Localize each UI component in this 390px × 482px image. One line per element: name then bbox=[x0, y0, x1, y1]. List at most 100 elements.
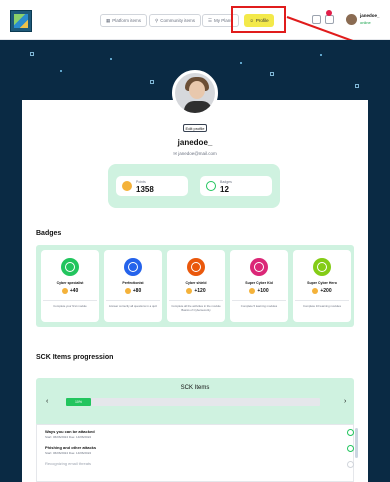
search-icon: ⚲ bbox=[155, 17, 159, 23]
item-title: Ways you can be attacked bbox=[45, 429, 95, 434]
coin-icon bbox=[122, 181, 132, 191]
item-dates: Start: 06/06/2024 Due: 14/06/2024 bbox=[45, 451, 92, 455]
points-value: +40 bbox=[69, 288, 79, 294]
nav-community-items[interactable]: ⚲ Community items bbox=[149, 14, 202, 27]
badge-card[interactable]: Super Cyber Kid +100 Complete 5 learning… bbox=[230, 250, 288, 322]
decor-dot bbox=[240, 62, 242, 64]
sck-item-list: Ways you can be attacked Start: 06/06/20… bbox=[36, 424, 354, 482]
shield-icon bbox=[187, 258, 205, 276]
decor-dot bbox=[320, 54, 322, 56]
list-item[interactable]: Recognizing email threats bbox=[45, 461, 354, 468]
points-card: Points 1358 bbox=[116, 176, 188, 196]
coin-icon bbox=[312, 288, 319, 294]
badges-card: Badges 12 bbox=[200, 176, 272, 196]
badge-points: +120 bbox=[167, 288, 225, 294]
kid-face-icon bbox=[250, 258, 268, 276]
divider bbox=[295, 300, 349, 301]
points-value: +80 bbox=[132, 288, 142, 294]
nav-label: Community items bbox=[160, 18, 196, 23]
bell-icon[interactable] bbox=[325, 15, 334, 24]
badge-card[interactable]: Cyber shield +120 Complete all the activ… bbox=[167, 250, 225, 322]
item-title: Phishing and other attacks bbox=[45, 445, 97, 450]
badge-description: Answer correctly all questions in a quiz bbox=[108, 304, 158, 308]
item-dates: Start: 06/06/2024 Due: 14/06/2024 bbox=[45, 435, 92, 439]
decor-dot bbox=[110, 58, 112, 60]
list-icon: ☰ bbox=[208, 17, 213, 23]
coin-icon bbox=[61, 288, 68, 294]
points-value: +100 bbox=[257, 288, 269, 294]
list-item[interactable]: Ways you can be attacked Start: 06/06/20… bbox=[45, 429, 354, 439]
badge-points: +80 bbox=[104, 288, 162, 294]
badge-description: Complete 10 learning modules bbox=[303, 304, 341, 308]
decor-square bbox=[355, 84, 359, 88]
badge-description: Complete all the activities in the modul… bbox=[171, 304, 221, 312]
star-icon bbox=[124, 258, 142, 276]
badge-name: Cyber shield bbox=[185, 281, 207, 285]
stat-label: Points bbox=[136, 180, 146, 184]
badge-name: Perfectionist bbox=[122, 281, 144, 285]
badge-name: Super Cyber Kid bbox=[245, 281, 273, 285]
divider bbox=[43, 300, 97, 301]
stat-label: Badges bbox=[220, 180, 232, 184]
badge-icon bbox=[206, 181, 216, 191]
profile-email: ✉ janedoe@mail.com bbox=[0, 151, 390, 157]
badge-card[interactable]: Super Cyber Hero +200 Complete 10 learni… bbox=[293, 250, 351, 322]
user-status: online bbox=[360, 20, 371, 25]
badge-points: +200 bbox=[293, 288, 351, 294]
decor-square bbox=[270, 72, 274, 76]
badge-name: Cyber specialist bbox=[56, 281, 84, 285]
nav-label: My Plans bbox=[214, 18, 233, 23]
badge-description: Complete your first module bbox=[53, 304, 87, 308]
sck-section-title: SCK Items progression bbox=[36, 354, 114, 361]
top-bar: ▦ Platform items ⚲ Community items ☰ My Pla… bbox=[0, 0, 390, 56]
decor-square bbox=[30, 52, 34, 56]
divider bbox=[106, 300, 160, 301]
stat-value: 12 bbox=[220, 185, 229, 194]
nav-platform-items[interactable]: ▦ Platform items bbox=[100, 14, 148, 27]
points-value: +200 bbox=[320, 288, 332, 294]
email-text: janedoe@mail.com bbox=[178, 151, 217, 156]
right-background bbox=[368, 100, 390, 482]
notification-badge bbox=[326, 10, 332, 16]
decor-dot bbox=[60, 70, 62, 72]
settings-icon[interactable] bbox=[312, 15, 321, 24]
progress-label: 10% bbox=[74, 400, 82, 404]
badge-description: Complete 5 learning modules bbox=[240, 304, 278, 308]
coin-icon bbox=[186, 288, 193, 294]
points-value: +120 bbox=[194, 288, 206, 294]
nav-label: Platform items bbox=[112, 18, 142, 23]
app-logo[interactable] bbox=[10, 10, 32, 32]
left-background bbox=[0, 100, 22, 482]
grid-icon: ▦ bbox=[106, 17, 111, 23]
stat-value: 1358 bbox=[136, 185, 154, 194]
badge-points: +40 bbox=[41, 288, 99, 294]
hero-face-icon bbox=[313, 258, 331, 276]
avatar[interactable] bbox=[346, 14, 357, 25]
progress-track bbox=[66, 398, 320, 406]
list-item[interactable]: Phishing and other attacks Start: 06/06/… bbox=[45, 445, 354, 455]
badges-title: Badges bbox=[36, 230, 62, 237]
sck-title: SCK Items bbox=[180, 385, 210, 391]
badge-card[interactable]: Perfectionist +80 Answer correctly all q… bbox=[104, 250, 162, 322]
list-scrollbar[interactable] bbox=[355, 428, 358, 458]
profile-username: janedoe_ bbox=[177, 138, 213, 147]
divider bbox=[232, 300, 286, 301]
edit-profile-button[interactable]: Edit profile bbox=[183, 124, 207, 132]
badge-name: Super Cyber Hero bbox=[307, 281, 337, 285]
check-icon bbox=[347, 461, 354, 468]
coin-icon bbox=[249, 288, 256, 294]
profile-avatar bbox=[172, 70, 218, 116]
item-title: Recognizing email threats bbox=[45, 461, 92, 466]
next-arrow-icon[interactable]: › bbox=[344, 398, 346, 405]
decor-square bbox=[150, 80, 154, 84]
user-name: janedoe_ bbox=[360, 13, 380, 18]
progress-fill: 10% bbox=[66, 398, 91, 406]
divider bbox=[169, 300, 223, 301]
check-icon bbox=[347, 445, 354, 452]
badge-points: +100 bbox=[230, 288, 288, 294]
coin-icon bbox=[124, 288, 131, 294]
check-icon bbox=[347, 429, 354, 436]
badge-card[interactable]: Cyber specialist +40 Complete your first… bbox=[41, 250, 99, 322]
prev-arrow-icon[interactable]: ‹ bbox=[46, 398, 48, 405]
highlight-box bbox=[231, 6, 286, 33]
